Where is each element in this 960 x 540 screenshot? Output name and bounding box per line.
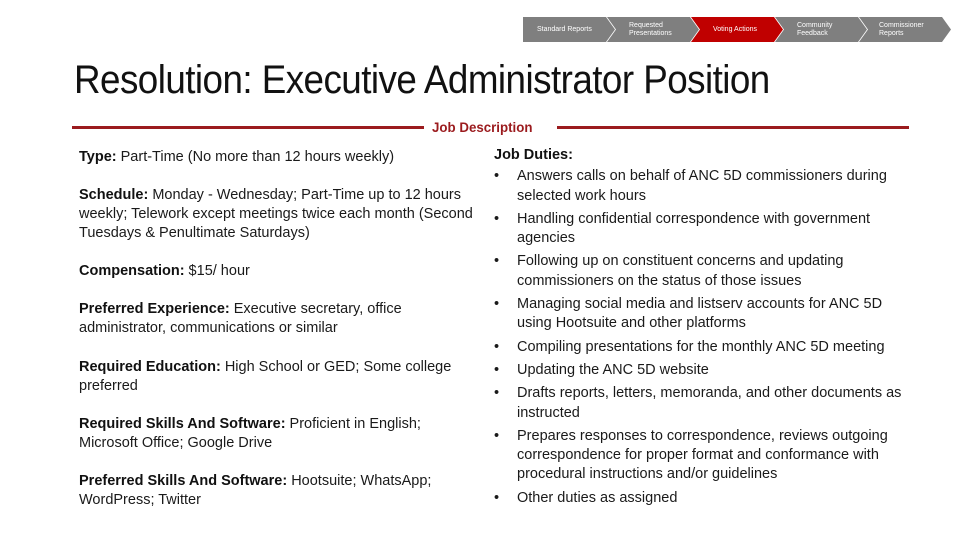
duty-text: Updating the ANC 5D website <box>517 361 709 378</box>
duty-item: • Prepares responses to correspondence, r… <box>494 427 914 485</box>
detail-compensation: Compensation: $15/ hour <box>79 262 474 281</box>
nav-label: Community Feedback <box>797 21 833 37</box>
duty-item: • Managing social media and listserv acco… <box>494 295 914 334</box>
duty-text: Following up on constituent concerns and… <box>517 253 844 289</box>
detail-label: Type: <box>79 149 117 165</box>
bullet-icon: • <box>494 210 500 227</box>
nav-standard-reports[interactable]: Standard Reports <box>523 17 615 42</box>
nav-requested-presentations[interactable]: Requested Presentations <box>607 17 699 42</box>
bullet-icon: • <box>494 338 500 355</box>
divider-right <box>557 126 909 129</box>
section-nav: Standard Reports Requested Presentations… <box>523 17 951 42</box>
duty-item: • Updating the ANC 5D website <box>494 361 914 380</box>
detail-required-skills: Required Skills And Software: Proficient… <box>79 415 474 453</box>
nav-label: Commissioner Reports <box>879 21 924 37</box>
detail-label: Required Skills And Software: <box>79 416 286 432</box>
nav-label: Voting Actions <box>713 25 757 33</box>
duty-item: • Compiling presentations for the monthly… <box>494 338 914 357</box>
bullet-icon: • <box>494 168 500 185</box>
duty-text: Compiling presentations for the monthly … <box>517 338 885 355</box>
duty-item: • Handling confidential correspondence wi… <box>494 210 914 249</box>
nav-community-feedback[interactable]: Community Feedback <box>775 17 867 42</box>
bullet-icon: • <box>494 296 500 313</box>
nav-voting-actions[interactable]: Voting Actions <box>691 17 783 42</box>
divider-left <box>72 126 424 129</box>
duty-text: Drafts reports, letters, memoranda, and … <box>517 385 902 421</box>
detail-label: Schedule: <box>79 187 149 203</box>
duty-item: • Answers calls on behalf of ANC 5D commi… <box>494 167 914 206</box>
detail-value: $15/ hour <box>184 263 250 279</box>
nav-label: Standard Reports <box>537 25 592 33</box>
duty-item: • Drafts reports, letters, memoranda, and… <box>494 384 914 423</box>
page-title: Resolution: Executive Administrator Posi… <box>74 58 770 102</box>
detail-type: Type: Part-Time (No more than 12 hours w… <box>79 148 474 167</box>
detail-label: Preferred Skills And Software: <box>79 473 288 489</box>
section-label: Job Description <box>432 119 533 135</box>
bullet-icon: • <box>494 361 500 378</box>
duty-text: Answers calls on behalf of ANC 5D commis… <box>517 168 887 204</box>
detail-preferred-skills: Preferred Skills And Software: Hootsuite… <box>79 472 474 510</box>
detail-required-education: Required Education: High School or GED; … <box>79 358 474 396</box>
duty-text: Prepares responses to correspondence, re… <box>517 427 888 483</box>
nav-label: Requested Presentations <box>629 21 672 37</box>
duty-text: Handling confidential correspondence wit… <box>517 210 871 247</box>
duty-item: • Other duties as assigned <box>494 489 914 508</box>
duty-text: Managing social media and listserv accou… <box>517 296 883 332</box>
duties-heading: Job Duties: <box>494 147 573 163</box>
bullet-icon: • <box>494 427 500 444</box>
bullet-icon: • <box>494 489 500 506</box>
detail-label: Preferred Experience: <box>79 301 230 317</box>
bullet-icon: • <box>494 253 500 270</box>
duty-text: Other duties as assigned <box>517 489 678 506</box>
detail-schedule: Schedule: Monday - Wednesday; Part-Time … <box>79 186 474 243</box>
detail-value: Part-Time (No more than 12 hours weekly) <box>116 149 395 165</box>
duties-list: • Answers calls on behalf of ANC 5D commi… <box>494 167 914 508</box>
job-duties: Job Duties: • Answers calls on behalf of … <box>494 146 914 512</box>
detail-preferred-experience: Preferred Experience: Executive secretar… <box>79 300 474 338</box>
detail-label: Required Education: <box>79 359 221 375</box>
nav-commissioner-reports[interactable]: Commissioner Reports <box>859 17 951 42</box>
bullet-icon: • <box>494 385 500 402</box>
duty-item: • Following up on constituent concerns an… <box>494 252 914 291</box>
detail-label: Compensation: <box>79 263 185 279</box>
